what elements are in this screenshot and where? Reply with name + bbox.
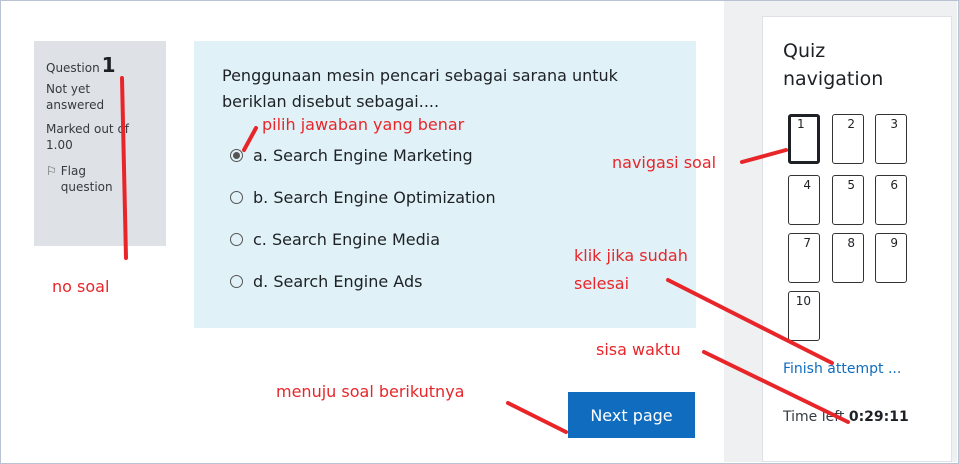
annotation-no-soal: no soal — [52, 277, 110, 296]
annotation-klik-line1: klik jika sudah — [574, 246, 688, 265]
annotation-menuju: menuju soal berikutnya — [276, 382, 465, 401]
annotation-sisa-waktu: sisa waktu — [596, 340, 681, 359]
answer-label-c: c. Search Engine Media — [253, 229, 440, 249]
nav-question-number: 4 — [803, 178, 811, 192]
question-info: Question 1 Not yet answered Marked out o… — [34, 41, 166, 246]
next-page-button[interactable]: Next page — [568, 392, 695, 438]
nav-question-10[interactable]: 10 — [788, 291, 820, 341]
nav-question-number: 10 — [795, 294, 811, 308]
question-state: Not yet answered — [46, 82, 105, 112]
radio-d[interactable] — [230, 274, 243, 288]
annotation-klik-line2: selesai — [574, 274, 630, 293]
nav-question-7[interactable]: 7 — [788, 233, 820, 283]
annotation-pilih: pilih jawaban yang benar — [262, 115, 465, 134]
question-number-line: Question 1 — [46, 53, 166, 77]
nav-question-6[interactable]: 6 — [875, 175, 907, 225]
nav-question-number: 8 — [847, 236, 855, 250]
annotation-klik: klik jika sudah selesai — [574, 242, 688, 298]
quiz-navigation-block: Quiz navigation 1 2 3 4 5 6 7 8 9 10 Fin… — [762, 16, 952, 462]
nav-question-5[interactable]: 5 — [832, 175, 864, 225]
question-number: 1 — [101, 53, 116, 77]
nav-question-number: 5 — [847, 178, 855, 192]
flag-icon: ⚐ — [46, 164, 57, 178]
radio-a[interactable] — [230, 148, 243, 162]
nav-question-4[interactable]: 4 — [788, 175, 820, 225]
flag-question-link[interactable]: ⚐ Flag question — [46, 163, 166, 195]
nav-question-number: 6 — [890, 178, 898, 192]
quiz-navigation-title: Quiz navigation — [783, 40, 884, 90]
nav-question-1[interactable]: 1 — [788, 114, 820, 164]
answer-option-d[interactable]: d. Search Engine Ads — [230, 270, 496, 292]
annotation-navigasi: navigasi soal — [612, 153, 717, 172]
nav-question-number: 2 — [847, 117, 855, 131]
answer-list: a. Search Engine Marketing b. Search Eng… — [230, 144, 496, 312]
answer-label-b: b. Search Engine Optimization — [253, 187, 496, 207]
answer-option-b[interactable]: b. Search Engine Optimization — [230, 186, 496, 208]
radio-c[interactable] — [230, 232, 243, 246]
answer-option-a[interactable]: a. Search Engine Marketing — [230, 144, 496, 166]
answer-label-d: d. Search Engine Ads — [253, 271, 423, 291]
nav-question-number: 7 — [803, 236, 811, 250]
answer-option-c[interactable]: c. Search Engine Media — [230, 228, 496, 250]
flag-question-label: Flag question — [60, 164, 113, 194]
finish-attempt-link[interactable]: Finish attempt ... — [783, 361, 901, 377]
time-left: Time left 0:29:11 — [783, 409, 909, 425]
time-left-label: Time left — [783, 409, 845, 425]
nav-question-number: 9 — [890, 236, 898, 250]
time-left-value: 0:29:11 — [848, 409, 909, 425]
radio-b[interactable] — [230, 190, 243, 204]
question-text: Penggunaan mesin pencari sebagai sarana … — [222, 66, 618, 111]
nav-question-8[interactable]: 8 — [832, 233, 864, 283]
answer-label-a: a. Search Engine Marketing — [253, 145, 473, 165]
nav-question-2[interactable]: 2 — [832, 114, 864, 164]
nav-question-3[interactable]: 3 — [875, 114, 907, 164]
nav-question-number: 3 — [890, 117, 898, 131]
nav-question-9[interactable]: 9 — [875, 233, 907, 283]
nav-question-number: 1 — [797, 117, 805, 131]
question-grade: Marked out of 1.00 — [46, 122, 130, 152]
question-label: Question — [46, 61, 100, 75]
